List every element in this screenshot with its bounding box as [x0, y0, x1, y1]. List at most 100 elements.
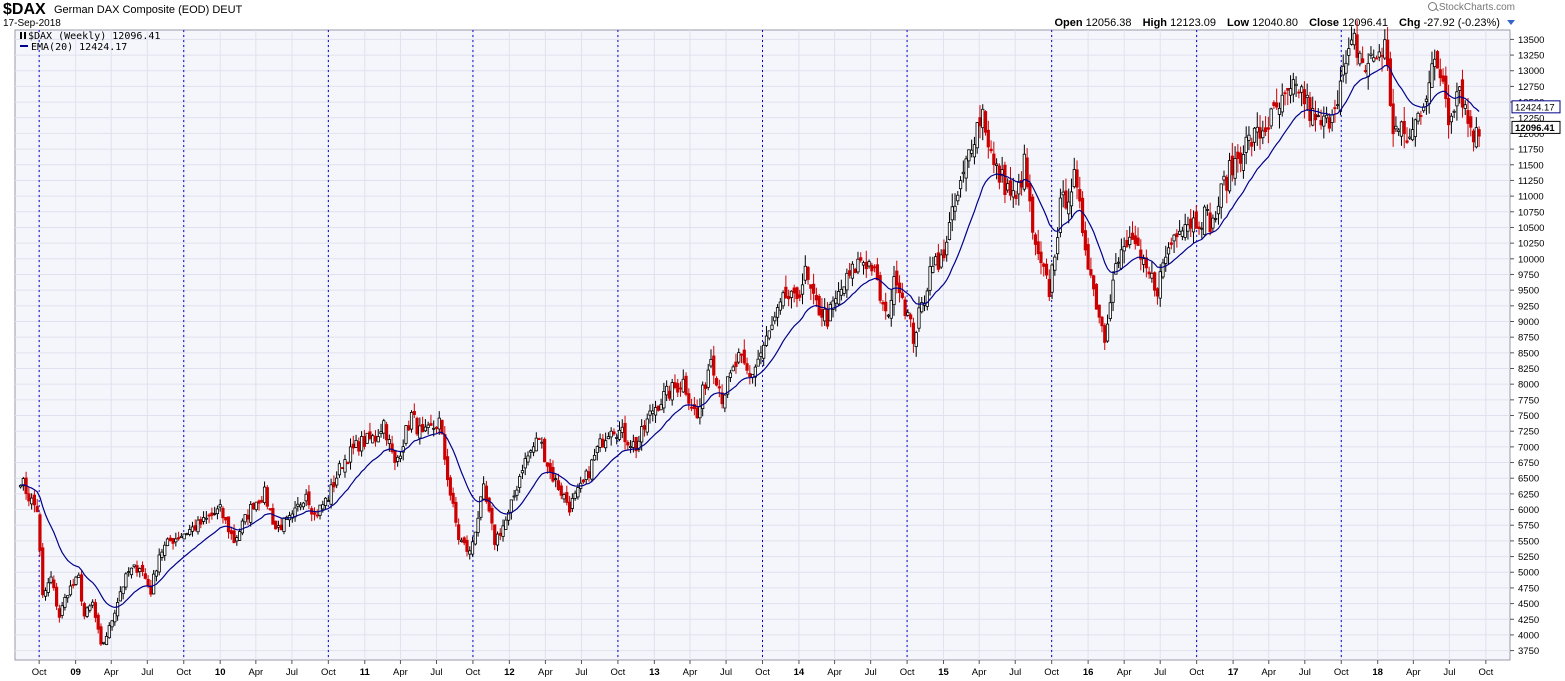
candle-body — [1408, 136, 1412, 139]
candle-body — [1227, 160, 1232, 192]
candle-body — [678, 387, 683, 390]
candle-body — [1050, 264, 1054, 293]
candle-body — [1197, 226, 1201, 229]
candle-body — [201, 517, 206, 522]
candle-body — [226, 516, 231, 533]
candle — [1435, 49, 1440, 69]
candle-body — [1119, 249, 1123, 269]
candle-body — [981, 108, 985, 129]
candle-body — [276, 525, 281, 528]
candle-body — [301, 502, 305, 508]
candle-body — [1153, 272, 1157, 291]
candle-body — [501, 525, 505, 537]
candle-body — [970, 149, 974, 154]
candle-body — [878, 275, 882, 301]
candle-body — [1349, 39, 1354, 45]
candle-body — [1341, 65, 1345, 76]
candle-body — [828, 303, 832, 322]
y-tick-label: 6250 — [1518, 489, 1539, 500]
candle-body — [254, 501, 258, 511]
candle-body — [43, 590, 48, 597]
candle-body — [215, 508, 220, 515]
candle-body — [1147, 271, 1151, 275]
candle — [878, 271, 882, 304]
candle — [251, 502, 256, 510]
candle-body — [462, 537, 466, 544]
candle — [249, 501, 253, 527]
candle-body — [820, 309, 824, 318]
candle-body — [371, 435, 375, 444]
y-tick-label: 8000 — [1518, 380, 1539, 391]
candle-body — [1125, 239, 1129, 247]
ema-swatch — [20, 45, 28, 47]
x-tick-label: 15 — [938, 667, 949, 678]
candle-body — [659, 404, 663, 411]
candle-body — [1272, 102, 1276, 106]
candle-body — [138, 568, 142, 573]
candle-body — [809, 284, 813, 289]
y-tick-label: 6500 — [1518, 474, 1539, 485]
x-tick-label: 10 — [215, 667, 226, 678]
candle-body — [873, 266, 877, 269]
candle-body — [1324, 114, 1329, 119]
candle-body — [995, 163, 999, 166]
candle-body — [335, 477, 339, 486]
candle-body — [931, 265, 935, 273]
candle-body — [762, 344, 766, 359]
candle-body — [1258, 127, 1262, 139]
candle-body — [323, 497, 328, 506]
y-tick-label: 10500 — [1518, 223, 1544, 234]
x-tick-label: Jul — [1154, 667, 1166, 678]
candle-body — [504, 519, 508, 530]
candle-body — [1202, 206, 1207, 236]
candle-body — [734, 361, 738, 367]
candle-body — [1433, 58, 1437, 67]
candle-body — [992, 153, 996, 166]
candle-body — [27, 493, 31, 502]
candle-body — [651, 410, 655, 415]
candle-body — [332, 481, 336, 488]
candle-body — [1219, 183, 1223, 208]
candle-body — [1372, 57, 1376, 62]
y-tick-label: 13500 — [1518, 35, 1544, 46]
candle-body — [1092, 275, 1096, 290]
candle-body — [1064, 190, 1068, 209]
candle-body — [240, 520, 244, 534]
candle-body — [1039, 251, 1043, 264]
candle-body — [628, 446, 633, 449]
candle-body — [1405, 140, 1409, 143]
candle-body — [368, 431, 372, 439]
candle-body — [179, 535, 183, 539]
legend-price-label: $DAX (Weekly) 12096.41 — [28, 31, 161, 42]
candle-body — [953, 205, 957, 212]
candle-body — [1369, 53, 1373, 56]
candle-body — [509, 499, 513, 513]
candle-body — [1460, 79, 1465, 108]
candle-body — [909, 314, 913, 320]
candle-body — [537, 438, 541, 441]
candle — [404, 425, 408, 446]
candle-body — [154, 570, 159, 577]
x-tick-label: Apr — [1117, 667, 1132, 678]
price-chart: 3750 4000 4250 4500 4750 5000 5250 5500 5750 6000… — [14, 20, 1561, 678]
candle — [165, 537, 170, 547]
candle-body — [778, 301, 782, 311]
candle-body — [1222, 175, 1226, 181]
candle-body — [739, 353, 744, 356]
candle-body — [1388, 58, 1392, 106]
candle-body — [1336, 104, 1340, 107]
candle-body — [964, 158, 968, 179]
candle-body — [1150, 272, 1154, 279]
candle-body — [917, 307, 921, 329]
candle-body — [584, 470, 588, 480]
candle-body — [1244, 136, 1248, 153]
candle-body — [978, 117, 982, 127]
candle-body — [124, 573, 128, 588]
candle-body — [656, 405, 660, 411]
candle-body — [1288, 88, 1293, 96]
candle-body — [35, 506, 39, 513]
y-tick-label: 6750 — [1518, 458, 1539, 469]
candle-body — [845, 272, 849, 291]
candle-body — [1008, 180, 1013, 196]
candle — [99, 623, 103, 647]
